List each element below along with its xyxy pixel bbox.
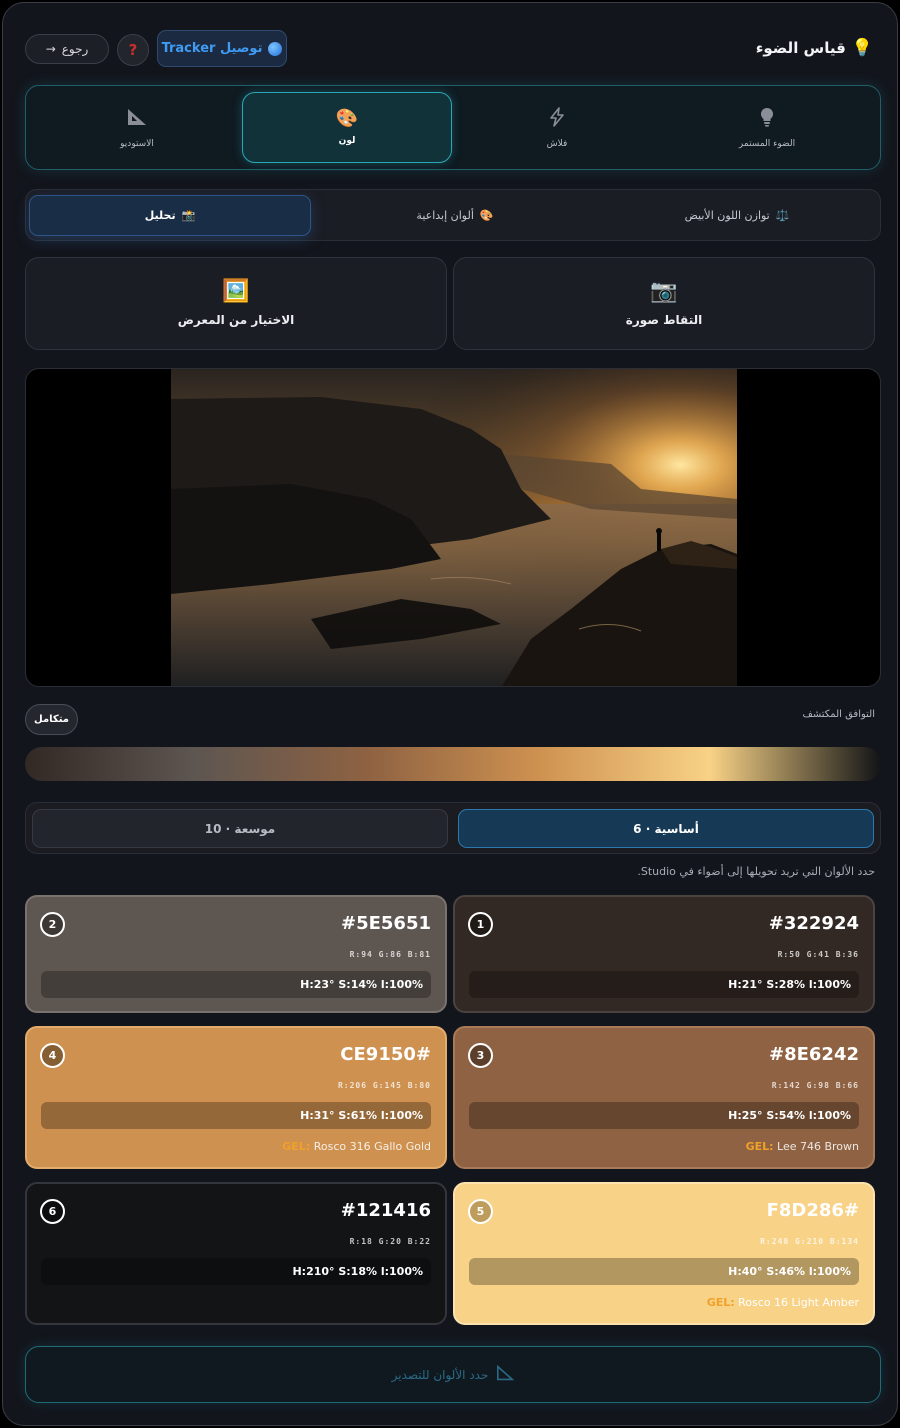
gel-name: Lee 746 Brown <box>777 1140 859 1153</box>
set-square-icon <box>496 1364 515 1384</box>
connect-tracker-button[interactable]: توصيل Tracker <box>157 30 287 67</box>
tab-color[interactable]: 🎨 لون <box>242 92 452 163</box>
gel-prefix: GEL: <box>282 1140 311 1153</box>
swatch-hsl: H:21° S:28% l:100% <box>469 971 859 998</box>
mode-nav: الضوء المستمر فلاش 🎨 لون الاستوديو <box>25 85 881 170</box>
swatch-hsl: H:31° S:61% l:100% <box>41 1102 431 1129</box>
help-button[interactable]: ? <box>117 34 149 66</box>
swatch-gel: GEL: Lee 746 Brown <box>746 1140 859 1153</box>
tab-basic-palette[interactable]: أساسية · 6 <box>458 809 874 848</box>
tab-creative-colors[interactable]: 🎨 ألوان إبداعية <box>317 195 593 236</box>
swatch-number: 1 <box>468 912 493 937</box>
swatch-rgb: R:18 G:20 B:22 <box>349 1237 431 1246</box>
back-label: رجوع <box>61 42 89 56</box>
camera-flash-icon: 📸 <box>181 209 196 222</box>
page-title-text: قياس الضوء <box>755 39 846 57</box>
question-icon: ? <box>128 41 138 59</box>
swatch-number: 6 <box>40 1199 65 1224</box>
tab-label: الاستوديو <box>120 138 154 149</box>
export-label: حدد الألوان للتصدير <box>391 1367 489 1382</box>
swatch-hsl: H:40° S:46% l:100% <box>469 1258 859 1285</box>
picture-icon: 🖼️ <box>222 278 250 304</box>
swatch-rgb: R:206 G:145 B:80 <box>337 1081 431 1090</box>
swatch-hex: #322924 <box>768 913 859 934</box>
swatch-rgb: R:248 G:210 B:134 <box>760 1237 859 1246</box>
camera-icon: 📷 <box>650 278 678 304</box>
swatch-rgb: R:142 G:98 B:66 <box>771 1081 859 1090</box>
swatch-number: 4 <box>40 1043 65 1068</box>
bulb-icon <box>759 107 775 131</box>
app-frame: 💡 قياس الضوء توصيل Tracker ? رجوع → الضو… <box>2 2 898 1426</box>
swatch-rgb: R:50 G:41 B:36 <box>777 950 859 959</box>
swatch-gel: GEL: Rosco 316 Gallo Gold <box>282 1140 431 1153</box>
bluetooth-dot-icon <box>268 41 283 56</box>
analyzed-photo <box>25 368 881 687</box>
tab-analysis[interactable]: 📸 تحليل <box>29 195 311 236</box>
tab-label: تحليل <box>144 209 176 222</box>
choose-from-gallery-button[interactable]: 🖼️ الاختيار من المعرض <box>25 257 447 350</box>
swatch-hex: #121416 <box>340 1200 431 1221</box>
tab-label: فلاش <box>546 138 568 149</box>
swatch-number: 3 <box>468 1043 493 1068</box>
swatch-card-6[interactable]: 6 #121416 R:18 G:20 B:22 H:210° S:18% l:… <box>25 1182 447 1325</box>
swatch-hsl: H:25° S:54% l:100% <box>469 1102 859 1129</box>
capture-photo-button[interactable]: 📷 التقاط صورة <box>453 257 875 350</box>
gel-prefix: GEL: <box>706 1296 735 1309</box>
lightning-icon <box>549 106 565 131</box>
swatch-number: 5 <box>468 1199 493 1224</box>
swatch-card-5[interactable]: 5 #F8D286 R:248 G:210 B:134 H:40° S:46% … <box>453 1182 875 1325</box>
palette-icon: 🎨 <box>479 209 494 222</box>
palette-size-tabs: أساسية · 6 موسعة · 10 <box>25 802 881 854</box>
gel-prefix: GEL: <box>745 1140 774 1153</box>
tab-label: الضوء المستمر <box>738 138 796 149</box>
swatch-card-4[interactable]: 4 #CE9150 R:206 G:145 B:80 H:31° S:61% l… <box>25 1026 447 1169</box>
tab-studio[interactable]: الاستوديو <box>32 92 242 163</box>
swatch-card-2[interactable]: 2 #5E5651 R:94 G:86 B:81 H:23° S:14% l:1… <box>25 895 447 1013</box>
tracker-label: توصيل Tracker <box>161 41 263 56</box>
tab-flash[interactable]: فلاش <box>452 92 662 163</box>
detected-harmony-label: التوافق المكتشف <box>802 709 875 720</box>
capture-label: التقاط صورة <box>625 312 703 327</box>
swatch-hex: #CE9150 <box>340 1044 431 1065</box>
selection-hint: حدد الألوان التي تريد تحويلها إلى أضواء … <box>637 865 875 878</box>
swatch-hex: #5E5651 <box>341 913 431 934</box>
gel-name: Rosco 316 Gallo Gold <box>313 1140 431 1153</box>
tab-label: لون <box>338 135 356 146</box>
scale-icon: ⚖️ <box>775 209 790 222</box>
tab-extended-palette[interactable]: موسعة · 10 <box>32 809 448 848</box>
lightbulb-icon: 💡 <box>851 38 873 58</box>
swatch-card-3[interactable]: 3 #8E6242 R:142 G:98 B:66 H:25° S:54% l:… <box>453 1026 875 1169</box>
harmony-badge: متكامل <box>25 704 78 735</box>
gallery-label: الاختيار من المعرض <box>177 312 295 327</box>
palette-gradient-bar <box>25 747 881 781</box>
page-title: 💡 قياس الضوء <box>756 33 873 63</box>
swatch-number: 2 <box>40 912 65 937</box>
swatch-hsl: H:210° S:18% l:100% <box>41 1258 431 1285</box>
sunset-cliff-image <box>171 369 737 686</box>
back-button[interactable]: رجوع → <box>25 34 109 64</box>
gel-name: Rosco 16 Light Amber <box>738 1296 859 1309</box>
swatch-hex: #8E6242 <box>769 1044 859 1065</box>
swatch-hsl: H:23° S:14% l:100% <box>41 971 431 998</box>
tab-continuous-light[interactable]: الضوء المستمر <box>662 92 872 163</box>
tab-white-balance[interactable]: ⚖️ توازن اللون الأبيض <box>599 195 875 236</box>
tab-label: ألوان إبداعية <box>416 209 474 222</box>
analysis-sub-tabs: ⚖️ توازن اللون الأبيض 🎨 ألوان إبداعية 📸 … <box>25 189 881 241</box>
swatch-rgb: R:94 G:86 B:81 <box>349 950 431 959</box>
swatch-hex: #F8D286 <box>766 1200 859 1221</box>
swatch-gel: GEL: Rosco 16 Light Amber <box>707 1296 859 1309</box>
set-square-icon <box>126 107 148 131</box>
export-colors-button[interactable]: حدد الألوان للتصدير <box>25 1346 881 1403</box>
palette-icon: 🎨 <box>335 107 359 129</box>
tab-label: توازن اللون الأبيض <box>684 209 770 222</box>
arrow-right-icon: → <box>45 42 56 56</box>
swatch-card-1[interactable]: 1 #322924 R:50 G:41 B:36 H:21° S:28% l:1… <box>453 895 875 1013</box>
